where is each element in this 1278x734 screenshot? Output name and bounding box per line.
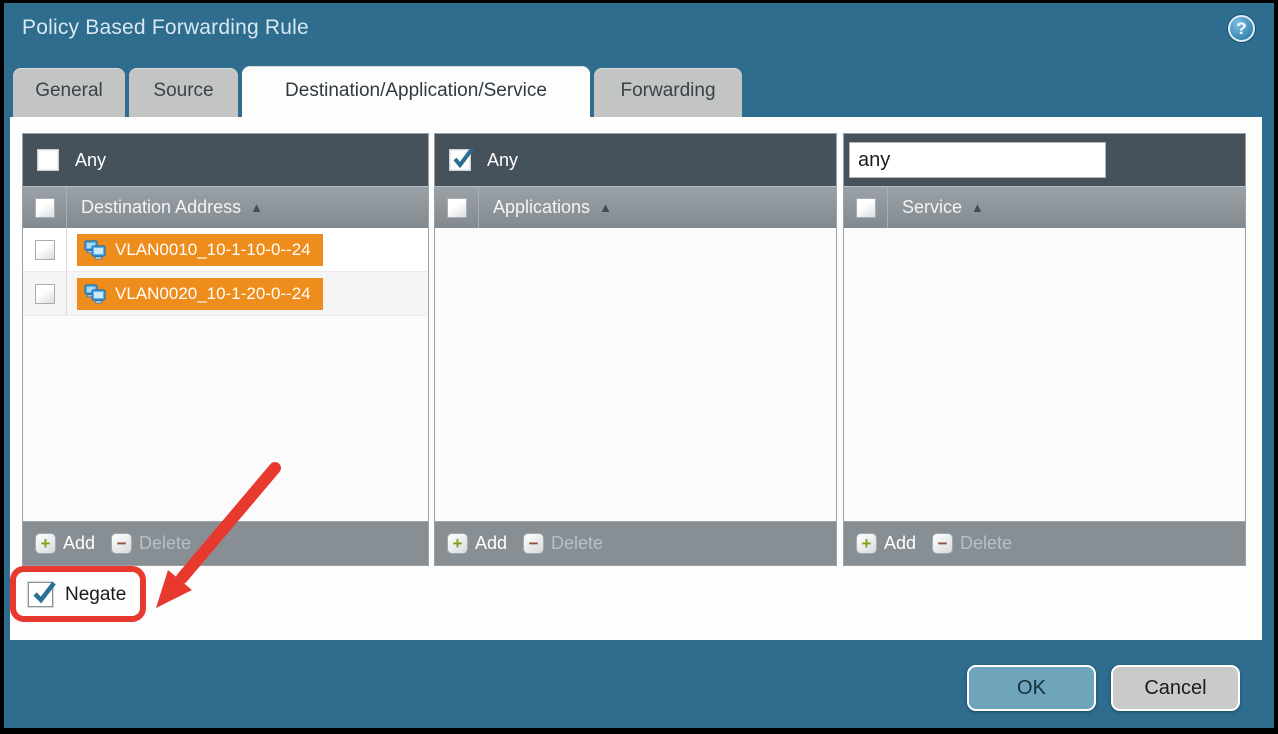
- applications-panel: Any Applications ▲ + Add − Delete: [434, 133, 837, 566]
- service-list: [844, 228, 1245, 521]
- destination-any-checkbox[interactable]: [37, 149, 59, 171]
- applications-column-label: Applications: [493, 197, 590, 218]
- applications-any-checkbox[interactable]: [449, 149, 471, 171]
- row-checkbox[interactable]: [35, 240, 55, 260]
- destination-select-all-checkbox[interactable]: [35, 198, 55, 218]
- applications-list: [435, 228, 836, 521]
- sort-ascending-icon: ▲: [599, 200, 612, 215]
- service-toolbar: + Add − Delete: [844, 521, 1245, 565]
- sort-ascending-icon: ▲: [250, 200, 263, 215]
- add-button[interactable]: + Add: [856, 533, 916, 554]
- destination-address-panel: Any Destination Address ▲: [22, 133, 429, 566]
- destination-column-header[interactable]: Destination Address ▲: [23, 186, 428, 228]
- add-button[interactable]: + Add: [447, 533, 507, 554]
- destination-column-label: Destination Address: [81, 197, 241, 218]
- tab-source[interactable]: Source: [129, 68, 238, 117]
- cancel-button[interactable]: Cancel: [1111, 665, 1240, 711]
- destination-list: VLAN0010_10-1-10-0--24 VLAN0020_10-1-20-…: [23, 228, 428, 521]
- applications-toolbar: + Add − Delete: [435, 521, 836, 565]
- help-icon[interactable]: ?: [1228, 15, 1255, 42]
- tab-forwarding[interactable]: Forwarding: [594, 68, 742, 117]
- delete-button: − Delete: [111, 533, 191, 554]
- add-plus-icon: +: [35, 533, 56, 554]
- sort-ascending-icon: ▲: [971, 200, 984, 215]
- service-dropdown-value: any: [850, 143, 1105, 177]
- delete-button: − Delete: [932, 533, 1012, 554]
- applications-any-bar: Any: [435, 134, 836, 186]
- address-object-entry[interactable]: VLAN0010_10-1-10-0--24: [77, 234, 323, 266]
- service-select-all-checkbox[interactable]: [856, 198, 876, 218]
- tab-general[interactable]: General: [13, 68, 125, 117]
- delete-minus-icon: −: [932, 533, 953, 554]
- address-object-entry[interactable]: VLAN0020_10-1-20-0--24: [77, 278, 323, 310]
- destination-any-label: Any: [75, 150, 106, 171]
- service-column-label: Service: [902, 197, 962, 218]
- service-dropdown[interactable]: any ▼: [849, 142, 1106, 178]
- dialog-title: Policy Based Forwarding Rule: [22, 16, 309, 40]
- ok-button[interactable]: OK: [967, 665, 1096, 711]
- add-button[interactable]: + Add: [35, 533, 95, 554]
- applications-column-header[interactable]: Applications ▲: [435, 186, 836, 228]
- negate-checkbox[interactable]: [28, 582, 53, 607]
- table-row[interactable]: VLAN0020_10-1-20-0--24: [23, 272, 428, 316]
- applications-select-all-checkbox[interactable]: [447, 198, 467, 218]
- address-group-icon: [83, 238, 107, 262]
- negate-control: Negate: [28, 582, 126, 607]
- destination-any-bar: Any: [23, 134, 428, 186]
- dialog-window: Policy Based Forwarding Rule ? General S…: [0, 0, 1278, 734]
- negate-label: Negate: [65, 584, 126, 606]
- applications-any-label: Any: [487, 150, 518, 171]
- tab-destination-application-service[interactable]: Destination/Application/Service: [242, 66, 590, 118]
- add-plus-icon: +: [447, 533, 468, 554]
- add-plus-icon: +: [856, 533, 877, 554]
- destination-toolbar: + Add − Delete: [23, 521, 428, 565]
- service-panel: any ▼ Service ▲ + Add − Delete: [843, 133, 1246, 566]
- checkmark-icon: [30, 579, 57, 608]
- row-checkbox[interactable]: [35, 284, 55, 304]
- delete-minus-icon: −: [523, 533, 544, 554]
- table-row[interactable]: VLAN0010_10-1-10-0--24: [23, 228, 428, 272]
- checkmark-icon: [451, 146, 475, 172]
- service-dropdown-bar: any ▼: [844, 134, 1245, 186]
- service-column-header[interactable]: Service ▲: [844, 186, 1245, 228]
- address-object-name: VLAN0010_10-1-10-0--24: [115, 240, 311, 260]
- address-group-icon: [83, 282, 107, 306]
- delete-button: − Delete: [523, 533, 603, 554]
- delete-minus-icon: −: [111, 533, 132, 554]
- address-object-name: VLAN0020_10-1-20-0--24: [115, 284, 311, 304]
